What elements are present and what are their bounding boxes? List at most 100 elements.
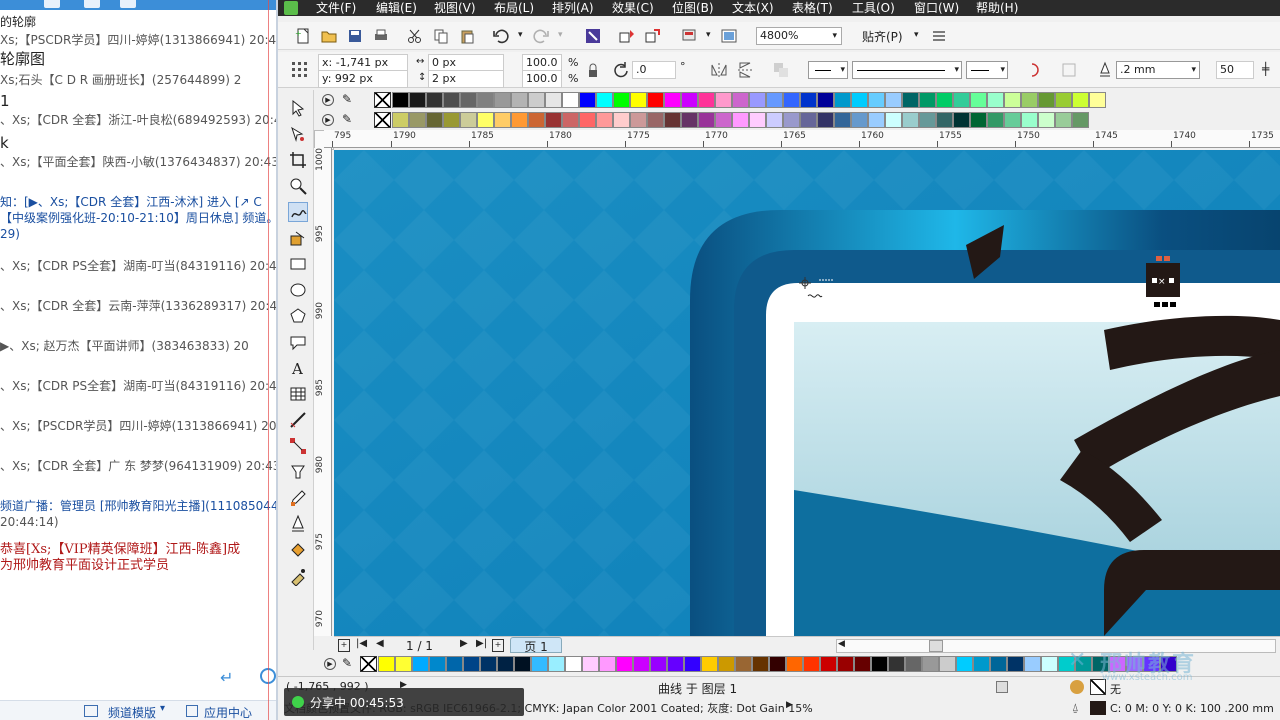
color-swatch[interactable] bbox=[596, 92, 613, 108]
mirror-vertical-icon[interactable] bbox=[736, 61, 754, 79]
color-swatch[interactable] bbox=[1021, 92, 1038, 108]
color-swatch[interactable] bbox=[939, 656, 956, 672]
color-swatch[interactable] bbox=[647, 112, 664, 128]
color-swatch[interactable] bbox=[616, 656, 633, 672]
menu-item[interactable]: 窗口(W) bbox=[914, 1, 959, 15]
chevron-down-icon[interactable]: ▾ bbox=[1000, 62, 1005, 78]
window-icon[interactable] bbox=[84, 0, 100, 8]
curve-smoothing-field[interactable]: 50 bbox=[1216, 61, 1254, 79]
first-page-icon[interactable]: |◀ bbox=[356, 638, 367, 649]
color-swatch[interactable] bbox=[664, 92, 681, 108]
crop-tool-icon[interactable] bbox=[288, 150, 308, 170]
color-swatch[interactable] bbox=[834, 92, 851, 108]
open-folder-icon[interactable] bbox=[320, 27, 338, 45]
selection-handle[interactable] bbox=[1170, 302, 1176, 307]
color-swatch[interactable] bbox=[545, 112, 562, 128]
color-swatch[interactable] bbox=[412, 656, 429, 672]
color-swatch[interactable] bbox=[1004, 112, 1021, 128]
new-document-icon[interactable]: + bbox=[294, 27, 312, 45]
color-swatch[interactable] bbox=[443, 112, 460, 128]
export-icon[interactable] bbox=[644, 27, 662, 45]
start-arrow-select[interactable]: ▾ bbox=[808, 61, 848, 79]
color-swatch[interactable] bbox=[463, 656, 480, 672]
color-swatch[interactable] bbox=[905, 656, 922, 672]
color-swatch[interactable] bbox=[953, 112, 970, 128]
menu-item[interactable]: 编辑(E) bbox=[376, 1, 417, 15]
color-swatch[interactable] bbox=[735, 656, 752, 672]
color-swatch[interactable] bbox=[698, 92, 715, 108]
color-swatch[interactable] bbox=[885, 92, 902, 108]
zoom-select[interactable]: 4800% ▾ bbox=[756, 27, 842, 45]
color-swatch[interactable] bbox=[426, 92, 443, 108]
color-swatch[interactable] bbox=[1021, 112, 1038, 128]
close-curve-icon[interactable] bbox=[1060, 61, 1078, 79]
end-arrow-select[interactable]: ▾ bbox=[966, 61, 1008, 79]
color-swatch[interactable] bbox=[630, 92, 647, 108]
outline-tool-icon[interactable] bbox=[288, 514, 308, 534]
color-swatch[interactable] bbox=[511, 112, 528, 128]
selection-handle[interactable] bbox=[1169, 278, 1174, 283]
color-swatch[interactable] bbox=[987, 112, 1004, 128]
eyedropper-tool-icon[interactable] bbox=[288, 488, 308, 508]
selection-handle[interactable] bbox=[1162, 302, 1168, 307]
prev-page-icon[interactable]: ◀ bbox=[376, 638, 384, 649]
publish-pdf-icon[interactable] bbox=[680, 27, 698, 45]
copy-icon[interactable] bbox=[432, 27, 450, 45]
paste-icon[interactable] bbox=[458, 27, 476, 45]
color-swatch[interactable] bbox=[800, 112, 817, 128]
color-swatch[interactable] bbox=[936, 112, 953, 128]
color-swatch[interactable] bbox=[783, 112, 800, 128]
color-swatch[interactable] bbox=[514, 656, 531, 672]
color-swatch[interactable] bbox=[902, 112, 919, 128]
vertical-ruler[interactable]: 1000 995 990 985 980 975 970 bbox=[314, 148, 332, 636]
app-center-icon[interactable] bbox=[186, 705, 198, 717]
ellipse-tool-icon[interactable] bbox=[288, 280, 308, 300]
redo-dropdown-icon[interactable]: ▾ bbox=[558, 30, 563, 40]
chevron-down-icon[interactable]: ▾ bbox=[840, 62, 845, 78]
color-swatch[interactable] bbox=[681, 92, 698, 108]
color-swatch[interactable] bbox=[480, 656, 497, 672]
color-swatch[interactable] bbox=[460, 112, 477, 128]
color-swatch[interactable] bbox=[511, 92, 528, 108]
add-page-icon[interactable]: + bbox=[492, 639, 504, 652]
selection-handle[interactable] bbox=[1156, 256, 1162, 261]
color-swatch[interactable] bbox=[752, 656, 769, 672]
color-swatch[interactable] bbox=[477, 112, 494, 128]
color-swatch[interactable] bbox=[596, 112, 613, 128]
color-swatch[interactable] bbox=[786, 656, 803, 672]
color-swatch[interactable] bbox=[681, 112, 698, 128]
color-swatch[interactable] bbox=[871, 656, 888, 672]
menu-item[interactable]: 布局(L) bbox=[494, 1, 534, 15]
color-swatch[interactable] bbox=[851, 112, 868, 128]
mirror-horizontal-icon[interactable] bbox=[710, 61, 728, 79]
color-swatch[interactable] bbox=[613, 112, 630, 128]
color-swatch[interactable] bbox=[868, 92, 885, 108]
no-color-swatch[interactable] bbox=[374, 112, 391, 128]
color-swatch[interactable] bbox=[545, 92, 562, 108]
undo-dropdown-icon[interactable]: ▾ bbox=[518, 30, 523, 40]
snap-to-button[interactable]: 贴齐(P) bbox=[862, 28, 903, 45]
color-swatch[interactable] bbox=[1038, 92, 1055, 108]
color-swatch[interactable] bbox=[650, 656, 667, 672]
selection-handle[interactable] bbox=[1154, 302, 1160, 307]
interactive-fill-tool-icon[interactable] bbox=[288, 566, 308, 587]
color-swatch[interactable] bbox=[613, 92, 630, 108]
color-swatch[interactable] bbox=[562, 112, 579, 128]
page-tab[interactable]: 页 1 bbox=[510, 637, 562, 654]
drawing-canvas[interactable]: × bbox=[334, 150, 1280, 636]
chevron-down-icon[interactable]: ▾ bbox=[954, 62, 959, 78]
scroll-left-icon[interactable]: ◀ bbox=[838, 639, 845, 649]
no-color-swatch[interactable] bbox=[374, 92, 391, 108]
color-swatch[interactable] bbox=[953, 92, 970, 108]
undo-icon[interactable] bbox=[492, 27, 510, 45]
slider-icon[interactable]: ╪ bbox=[1262, 62, 1269, 76]
freehand-tool-icon[interactable] bbox=[288, 202, 308, 222]
color-swatch[interactable] bbox=[531, 656, 548, 672]
color-swatch[interactable] bbox=[647, 92, 664, 108]
color-swatch[interactable] bbox=[922, 656, 939, 672]
color-swatch[interactable] bbox=[1055, 92, 1072, 108]
rotation-field[interactable]: .0 bbox=[632, 61, 676, 79]
color-swatch[interactable] bbox=[970, 92, 987, 108]
publish-dropdown-icon[interactable]: ▾ bbox=[706, 30, 711, 40]
color-swatch[interactable] bbox=[732, 92, 749, 108]
